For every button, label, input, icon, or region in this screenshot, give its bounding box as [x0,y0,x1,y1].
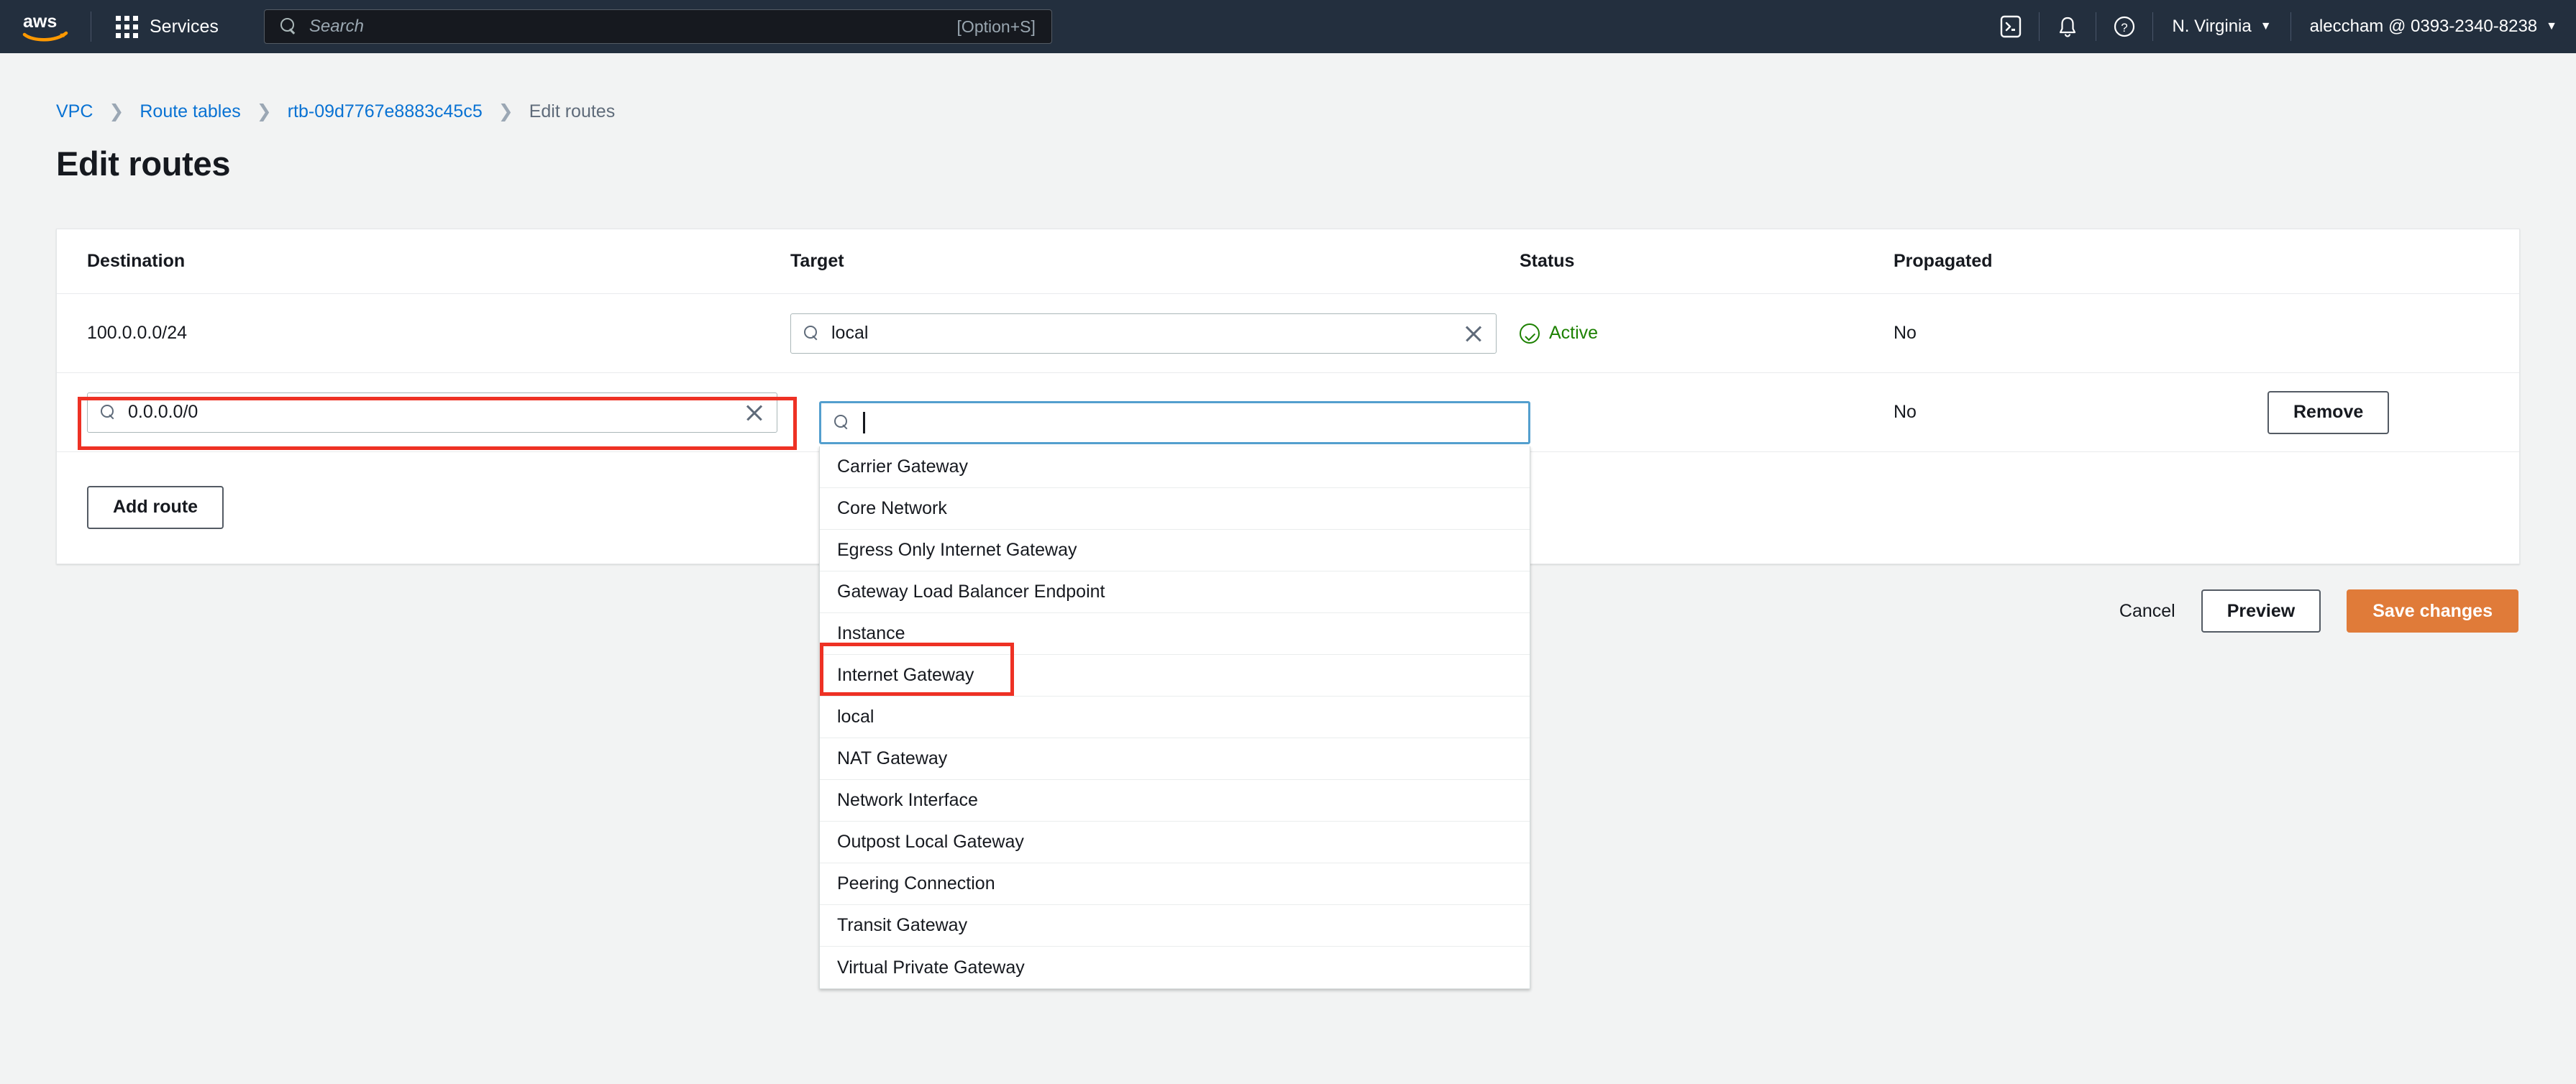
target-select-input[interactable] [819,401,1530,444]
target-search-input-local[interactable]: local [790,313,1497,354]
top-navigation-bar: aws Services Search [Option+S] ? N. Virg… [0,0,2576,53]
grid-menu-icon [116,15,138,38]
preview-button[interactable]: Preview [2201,589,2321,633]
table-row: 100.0.0.0/24 local Active No [57,294,2519,373]
notifications-button[interactable] [2040,0,2096,53]
aws-logo[interactable]: aws [22,10,72,43]
route-target-cell: local [790,313,1509,354]
region-selector[interactable]: N. Virginia ▼ [2153,0,2290,53]
dropdown-option-instance[interactable]: Instance [820,613,1530,655]
target-options-dropdown: Carrier Gateway Core Network Egress Only… [819,446,1530,989]
route-destination-value: 100.0.0.0/24 [87,323,188,343]
save-changes-button[interactable]: Save changes [2347,589,2518,633]
column-header-destination: Destination [87,251,186,271]
svg-text:?: ? [2121,21,2128,35]
destination-search-input[interactable]: 0.0.0.0/0 [87,392,777,433]
account-label: aleccham @ 0393-2340-8238 [2309,17,2538,36]
dropdown-option-transit-gateway[interactable]: Transit Gateway [820,905,1530,947]
chevron-right-icon: ❯ [256,101,272,121]
cloudshell-button[interactable] [1983,0,2039,53]
route-status-cell: – [1509,402,1883,423]
chevron-down-icon: ▼ [2546,20,2557,32]
route-propagated-value: No [1894,402,1917,422]
dropdown-option-virtual-private-gateway[interactable]: Virtual Private Gateway [820,947,1530,988]
help-button[interactable]: ? [2096,0,2152,53]
question-mark-icon: ? [2114,16,2135,37]
route-propagated-value: No [1894,323,1917,343]
breadcrumb-item-edit-routes: Edit routes [529,101,616,121]
global-search-input[interactable]: Search [Option+S] [263,9,1052,44]
add-route-button[interactable]: Add route [87,485,224,529]
column-header-target: Target [790,251,844,271]
breadcrumb-item-vpc[interactable]: VPC [56,101,93,122]
remove-route-button[interactable]: Remove [2267,390,2390,434]
check-circle-icon [1520,323,1540,344]
dropdown-option-peering-connection[interactable]: Peering Connection [820,863,1530,905]
search-icon [804,325,820,341]
dropdown-option-core-network[interactable]: Core Network [820,488,1530,530]
status-label: Active [1549,323,1599,343]
search-shortcut-hint: [Option+S] [956,17,1036,36]
breadcrumb-item-route-table-id[interactable]: rtb-09d7767e8883c45c5 [288,101,483,122]
add-route-cell: Add route [57,485,224,529]
dropdown-option-internet-gateway[interactable]: Internet Gateway [820,655,1530,697]
destination-value-text: 0.0.0.0/0 [128,402,198,422]
dropdown-option-network-interface[interactable]: Network Interface [820,780,1530,822]
clear-icon[interactable] [1461,321,1486,346]
account-menu[interactable]: aleccham @ 0393-2340-8238 ▼ [2291,0,2576,53]
route-destination-cell: 0.0.0.0/0 [57,392,790,433]
chevron-right-icon: ❯ [498,101,513,121]
target-value-text: local [831,323,869,343]
search-icon [834,415,850,431]
dropdown-option-carrier-gateway[interactable]: Carrier Gateway [820,446,1530,488]
column-header-propagated: Propagated [1894,251,1993,271]
table-header-row: Destination Target Status Propagated [57,229,2519,294]
cloudshell-icon [2001,15,2022,38]
route-status-cell: Active [1509,323,1883,344]
breadcrumb: VPC ❯ Route tables ❯ rtb-09d7767e8883c45… [56,101,615,122]
search-icon [280,18,298,35]
chevron-down-icon: ▼ [2260,20,2272,32]
nav-right-group: ? N. Virginia ▼ aleccham @ 0393-2340-823… [1983,0,2576,53]
search-icon [101,404,117,421]
route-actions-cell: Remove [2257,390,2519,434]
services-label: Services [150,16,219,37]
dropdown-option-nat-gateway[interactable]: NAT Gateway [820,738,1530,780]
region-label: N. Virginia [2172,17,2252,36]
form-actions: Cancel Preview Save changes [2119,589,2518,633]
column-header-status: Status [1520,251,1575,271]
status-badge: Active [1520,323,1883,344]
chevron-right-icon: ❯ [109,101,124,121]
cancel-button[interactable]: Cancel [2119,601,2175,622]
dropdown-option-outpost-local-gateway[interactable]: Outpost Local Gateway [820,822,1530,863]
text-cursor [863,412,865,433]
services-menu-button[interactable]: Services [110,6,224,47]
breadcrumb-item-route-tables[interactable]: Route tables [140,101,240,122]
dropdown-option-egress-only-internet-gateway[interactable]: Egress Only Internet Gateway [820,530,1530,571]
dropdown-option-local[interactable]: local [820,697,1530,738]
dropdown-option-gateway-load-balancer-endpoint[interactable]: Gateway Load Balancer Endpoint [820,571,1530,613]
clear-icon[interactable] [742,400,767,425]
search-placeholder: Search [309,17,364,36]
page-title: Edit routes [56,144,231,183]
bell-icon [2060,17,2076,37]
svg-text:aws: aws [23,12,57,32]
